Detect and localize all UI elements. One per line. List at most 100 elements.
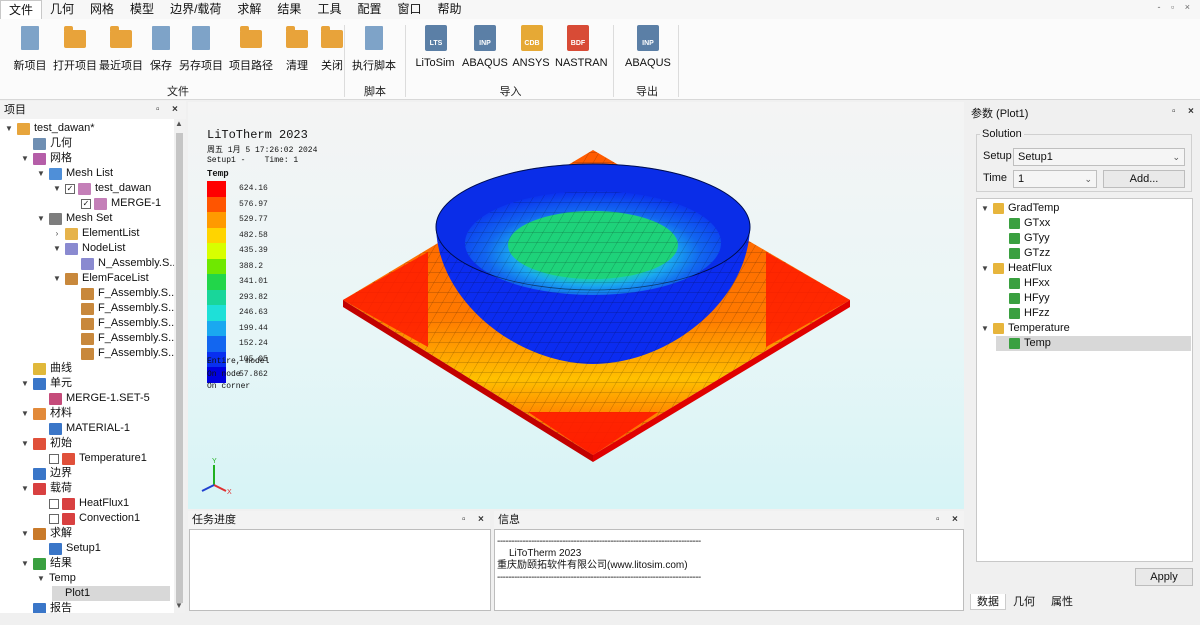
visibility-checkbox[interactable] (49, 498, 59, 509)
import-ansys-button[interactable]: CDB ANSYS (509, 25, 553, 69)
result-tree-item[interactable]: GTyy (996, 231, 1050, 246)
tree-item[interactable]: ▼ ✓ test_dawan (52, 181, 151, 196)
expand-toggle-icon[interactable]: ▼ (4, 121, 14, 136)
open-project-button[interactable]: 打开项目 (53, 25, 97, 73)
expand-toggle-icon[interactable]: ▼ (36, 571, 46, 586)
result-tree-item[interactable]: HFxx (996, 276, 1050, 291)
tree-item[interactable]: ▼ Mesh Set (36, 211, 112, 226)
add-button[interactable]: Add... (1103, 170, 1185, 188)
tree-item[interactable]: 边界 (20, 466, 72, 481)
expand-toggle-icon[interactable]: ▼ (36, 166, 46, 181)
expand-toggle-icon[interactable]: ▼ (52, 181, 62, 196)
apply-button[interactable]: Apply (1135, 568, 1193, 586)
tree-item[interactable]: ▼ 载荷 (20, 481, 72, 496)
tree-item[interactable]: ▼ 材料 (20, 406, 72, 421)
tree-item[interactable]: ▼ 单元 (20, 376, 72, 391)
expand-toggle-icon[interactable]: ▼ (20, 406, 30, 421)
tab-geometry[interactable]: 几何 (1007, 594, 1041, 610)
tree-item[interactable]: 曲线 (20, 361, 72, 376)
tree-item[interactable]: Temperature1 (36, 451, 147, 466)
result-tree-item[interactable]: Temp (996, 336, 1191, 351)
expand-toggle-icon[interactable]: ▼ (980, 321, 990, 336)
tree-item[interactable]: F_Assembly.S... (68, 331, 177, 346)
result-tree-item[interactable]: ▼ Temperature (980, 321, 1070, 336)
tree-item[interactable]: Convection1 (36, 511, 140, 526)
expand-toggle-icon[interactable]: ▼ (52, 271, 62, 286)
import-litosim-button[interactable]: LTS LiToSim (413, 25, 457, 69)
import-nastran-button[interactable]: BDF NASTRAN (555, 25, 608, 69)
expand-toggle-icon[interactable]: ▼ (36, 211, 46, 226)
run-script-button[interactable]: 执行脚本 (352, 25, 396, 73)
project-path-button[interactable]: 项目路径 (229, 25, 273, 73)
menu-item[interactable]: 求解 (229, 0, 269, 19)
save-as-button[interactable]: 另存项目 (179, 25, 223, 73)
menu-item[interactable]: 工具 (309, 0, 349, 19)
expand-toggle-icon[interactable]: ▼ (20, 151, 30, 166)
result-tree-item[interactable]: GTxx (996, 216, 1050, 231)
menu-item[interactable]: 模型 (122, 0, 162, 19)
close-icon[interactable]: × (478, 514, 484, 525)
new-project-button[interactable]: 新项目 (8, 25, 52, 73)
menu-item[interactable]: 帮助 (429, 0, 469, 19)
time-select[interactable]: 1 ⌄ (1013, 170, 1097, 188)
menu-item[interactable]: 几何 (42, 0, 82, 19)
expand-toggle-icon[interactable]: ▼ (980, 261, 990, 276)
menu-item[interactable]: 文件 (0, 0, 43, 19)
visibility-checkbox[interactable]: ✓ (81, 198, 91, 209)
tree-item[interactable]: F_Assembly.S... (68, 286, 177, 301)
float-icon[interactable]: ▫ (1172, 106, 1176, 117)
close-icon[interactable]: × (952, 514, 958, 525)
result-tree-item[interactable]: HFzz (996, 306, 1050, 321)
scroll-up-icon[interactable]: ▲ (175, 119, 183, 128)
menu-item[interactable]: 窗口 (389, 0, 429, 19)
result-tree-item[interactable]: GTzz (996, 246, 1050, 261)
tree-item[interactable]: Plot1 (52, 586, 170, 601)
tree-item[interactable]: MERGE-1.SET-5 (36, 391, 150, 406)
tree-item[interactable]: › ElementList (52, 226, 139, 241)
result-tree-item[interactable]: HFyy (996, 291, 1050, 306)
visibility-checkbox[interactable]: ✓ (65, 183, 75, 194)
tab-properties[interactable]: 属性 (1045, 594, 1079, 610)
recent-projects-button[interactable]: 最近项目 (99, 25, 143, 73)
menu-item[interactable]: 配置 (349, 0, 389, 19)
float-icon[interactable]: ▫ (462, 514, 466, 525)
tree-item[interactable]: 报告 (20, 601, 72, 613)
result-tree-item[interactable]: ▼ GradTemp (980, 201, 1059, 216)
close-icon[interactable]: × (172, 104, 178, 115)
tree-item[interactable]: ▼ ElemFaceList (52, 271, 149, 286)
project-tree-scrollbar[interactable]: ▲ ▼ (174, 119, 185, 613)
menu-item[interactable]: 结果 (269, 0, 309, 19)
tree-item[interactable]: F_Assembly.S... (68, 316, 177, 331)
tree-item[interactable]: ▼ Mesh List (36, 166, 113, 181)
expand-toggle-icon[interactable]: ▼ (980, 201, 990, 216)
tree-item[interactable]: ▼ 初始 (20, 436, 72, 451)
visibility-checkbox[interactable] (49, 453, 59, 464)
tree-item[interactable]: N_Assembly.S... (68, 256, 179, 271)
expand-toggle-icon[interactable]: ▼ (20, 376, 30, 391)
expand-toggle-icon[interactable]: › (52, 226, 62, 241)
tree-item[interactable]: ✓ MERGE-1 (68, 196, 161, 211)
expand-toggle-icon[interactable]: ▼ (20, 436, 30, 451)
expand-toggle-icon[interactable]: ▼ (20, 556, 30, 571)
tree-item[interactable]: ▼ test_dawan* (4, 121, 95, 136)
tree-item[interactable]: ▼ 求解 (20, 526, 72, 541)
tree-item[interactable]: Setup1 (36, 541, 101, 556)
import-abaqus-button[interactable]: INP ABAQUS (462, 25, 508, 69)
tree-item[interactable]: 几何 (20, 136, 72, 151)
tree-item[interactable]: ▼ 结果 (20, 556, 72, 571)
tree-item[interactable]: MATERIAL-1 (36, 421, 130, 436)
export-abaqus-button[interactable]: INP ABAQUS (625, 25, 671, 69)
tree-item[interactable]: HeatFlux1 (36, 496, 129, 511)
tab-data[interactable]: 数据 (970, 594, 1006, 610)
setup-select[interactable]: Setup1 ⌄ (1013, 148, 1185, 166)
float-icon[interactable]: ▫ (936, 514, 940, 525)
window-controls[interactable]: - ▫ × (1158, 2, 1194, 12)
expand-toggle-icon[interactable]: ▼ (20, 526, 30, 541)
scrollbar-thumb[interactable] (176, 133, 183, 603)
close-project-button[interactable]: 关闭 (310, 25, 354, 73)
tree-item[interactable]: ▼ Temp (36, 571, 76, 586)
menu-item[interactable]: 边界/载荷 (162, 0, 229, 19)
tree-item[interactable]: ▼ NodeList (52, 241, 125, 256)
tree-item[interactable]: F_Assembly.S... (68, 301, 177, 316)
visibility-checkbox[interactable] (49, 513, 59, 524)
